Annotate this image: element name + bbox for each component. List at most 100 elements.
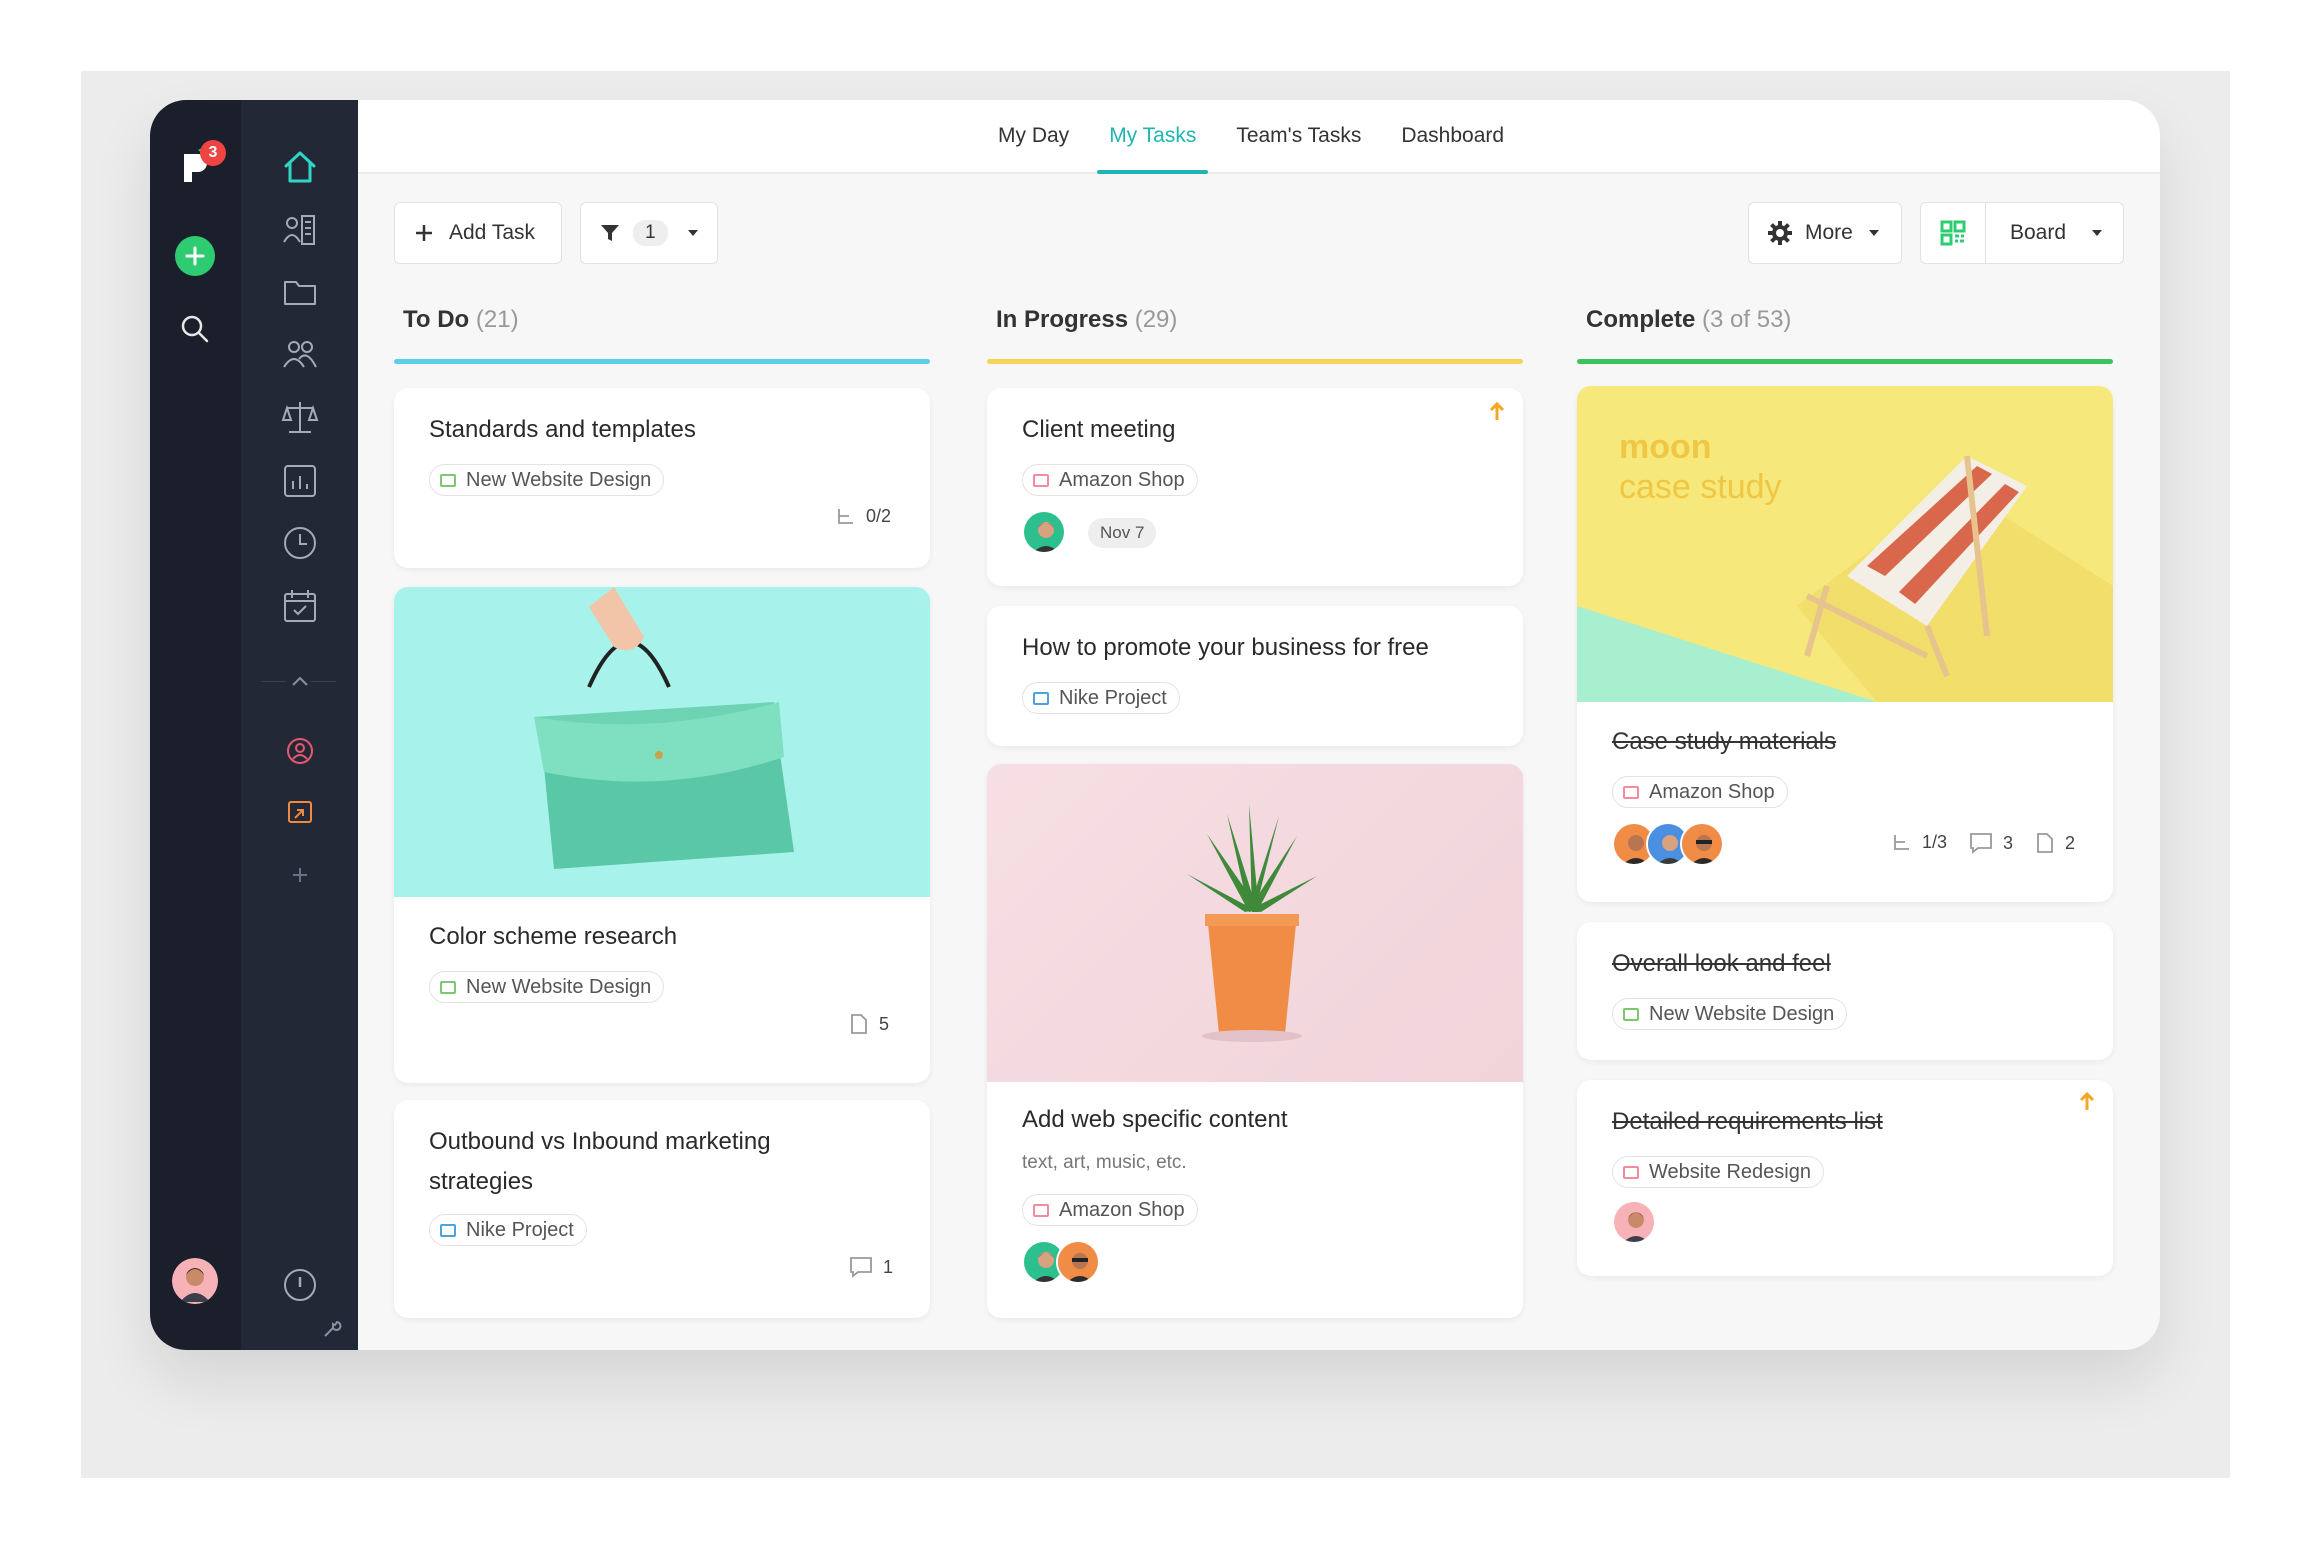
task-card[interactable]: Add web specific content text, art, musi… (987, 764, 1523, 1318)
quick-add-button[interactable] (175, 236, 215, 276)
settings-wrench[interactable] (321, 1318, 343, 1345)
board-view-icon-wrap[interactable] (1921, 203, 1986, 263)
nav-home[interactable] (241, 142, 358, 192)
project-tag[interactable]: Website Redesign (1612, 1156, 1824, 1188)
folder-icon (440, 980, 456, 994)
nav-projects[interactable] (241, 267, 358, 317)
add-task-label: Add Task (449, 221, 535, 244)
task-card[interactable]: Outbound vs Inbound marketing strategies… (394, 1100, 930, 1318)
tab-teams-tasks[interactable]: Team's Tasks (1224, 100, 1373, 172)
subtask-icon (838, 508, 853, 524)
task-card[interactable]: Overall look and feel New Website Design (1577, 922, 2113, 1060)
task-title[interactable]: Color scheme research (429, 917, 677, 957)
tab-dashboard[interactable]: Dashboard (1389, 100, 1516, 172)
nav-presentation[interactable] (241, 788, 358, 838)
project-tag[interactable]: Nike Project (429, 1214, 587, 1246)
assignee-avatar[interactable] (1022, 510, 1066, 554)
project-tag[interactable]: New Website Design (429, 971, 665, 1003)
folder-icon (1623, 785, 1639, 799)
file-value: 2 (2065, 832, 2076, 853)
view-switcher[interactable]: Board (1920, 202, 2124, 264)
primary-rail: 3 (150, 100, 241, 1350)
project-tag[interactable]: Amazon Shop (1022, 464, 1198, 496)
subtask-count: 0/2 (836, 506, 891, 527)
notification-badge[interactable]: 3 (200, 140, 226, 166)
info-button[interactable] (241, 1260, 358, 1310)
project-tag-label: Nike Project (466, 1218, 574, 1241)
nav-calendar[interactable] (241, 581, 358, 631)
project-tag-label: New Website Design (1649, 1002, 1835, 1025)
task-title[interactable]: Case study materials (1612, 722, 1836, 762)
nav-workload[interactable] (241, 205, 358, 255)
folder-icon (1623, 1165, 1639, 1179)
info-icon (283, 1269, 316, 1301)
project-tag[interactable]: Nike Project (1022, 682, 1180, 714)
folder-icon (1033, 691, 1049, 705)
task-description: text, art, music, etc. (1022, 1152, 1187, 1173)
column-title: In Progress (996, 306, 1129, 333)
task-card[interactable]: Detailed requirements list Website Redes… (1577, 1080, 2113, 1276)
user-circle-icon (286, 738, 313, 764)
card-cover-image (394, 587, 930, 897)
more-button[interactable]: More (1748, 202, 1902, 264)
caret-down-icon (1868, 230, 1879, 236)
task-title[interactable]: Overall look and feel (1612, 944, 1831, 984)
task-card[interactable]: How to promote your business for free Ni… (987, 606, 1523, 746)
collapse-section-toggle[interactable] (241, 665, 358, 697)
task-card[interactable]: Client meeting Amazon Shop Nov 7 (987, 388, 1523, 586)
task-title[interactable]: How to promote your business for free (1022, 628, 1429, 668)
view-label: Board (2010, 221, 2067, 244)
workload-icon (282, 215, 315, 245)
file-icon (2037, 833, 2053, 853)
column-bar-todo (394, 359, 930, 364)
task-title[interactable]: Outbound vs Inbound marketing strategies (429, 1122, 849, 1202)
add-task-button[interactable]: Add Task (394, 202, 562, 264)
assignee-avatar[interactable] (1612, 1200, 1656, 1244)
project-tag[interactable]: New Website Design (429, 464, 665, 496)
project-tag[interactable]: New Website Design (1612, 998, 1848, 1030)
nav-profile[interactable] (241, 726, 358, 776)
due-date[interactable]: Nov 7 (1088, 518, 1157, 548)
folder-icon (283, 281, 316, 305)
subtask-value: 0/2 (866, 506, 892, 526)
user-avatar[interactable] (172, 1258, 218, 1304)
search-button[interactable] (172, 306, 218, 352)
subtask-icon (1894, 834, 1909, 850)
task-title[interactable]: Client meeting (1022, 410, 1175, 450)
more-label: More (1805, 221, 1853, 244)
nav-balance[interactable] (241, 392, 358, 442)
folder-icon (1033, 1203, 1049, 1217)
subtask-count: 1/3 (1892, 832, 1947, 853)
project-tag-label: Amazon Shop (1649, 780, 1775, 803)
task-card[interactable]: Standards and templates New Website Desi… (394, 388, 930, 568)
folder-icon (1033, 473, 1049, 487)
assignee-avatar[interactable] (1056, 1240, 1100, 1284)
column-count: (21) (475, 306, 519, 333)
plus-icon (416, 225, 432, 241)
tab-my-tasks[interactable]: My Tasks (1097, 100, 1209, 174)
nav-timesheet[interactable] (241, 518, 358, 568)
tab-my-day[interactable]: My Day (986, 100, 1081, 172)
project-tag[interactable]: Amazon Shop (1612, 776, 1788, 808)
nav-people[interactable] (241, 330, 358, 380)
wrench-icon (324, 1320, 342, 1337)
task-title[interactable]: Standards and templates (429, 410, 696, 450)
task-title[interactable]: Detailed requirements list (1612, 1102, 1883, 1142)
subtask-value: 1/3 (1922, 832, 1948, 852)
task-card[interactable]: Color scheme research New Website Design… (394, 587, 930, 1083)
project-tag-label: New Website Design (466, 975, 652, 998)
nav-reports[interactable] (241, 456, 358, 506)
assignee-avatar[interactable] (1680, 822, 1724, 866)
column-header-in-progress: In Progress (29) (996, 306, 1177, 334)
comment-icon (850, 1257, 872, 1278)
column-count: (3 of 53) (1702, 306, 1792, 333)
chevron-up-icon (291, 676, 308, 686)
filter-button[interactable]: 1 (580, 202, 718, 264)
project-tag[interactable]: Amazon Shop (1022, 1194, 1198, 1226)
add-section-button[interactable] (241, 850, 358, 900)
top-nav-bar: My Day My Tasks Team's Tasks Dashboard (358, 100, 2160, 174)
task-title[interactable]: Add web specific content (1022, 1100, 1288, 1140)
project-tag-label: New Website Design (466, 468, 652, 491)
task-card[interactable]: moon case study Case study materials Ama… (1577, 386, 2113, 902)
calendar-check-icon (283, 590, 316, 622)
